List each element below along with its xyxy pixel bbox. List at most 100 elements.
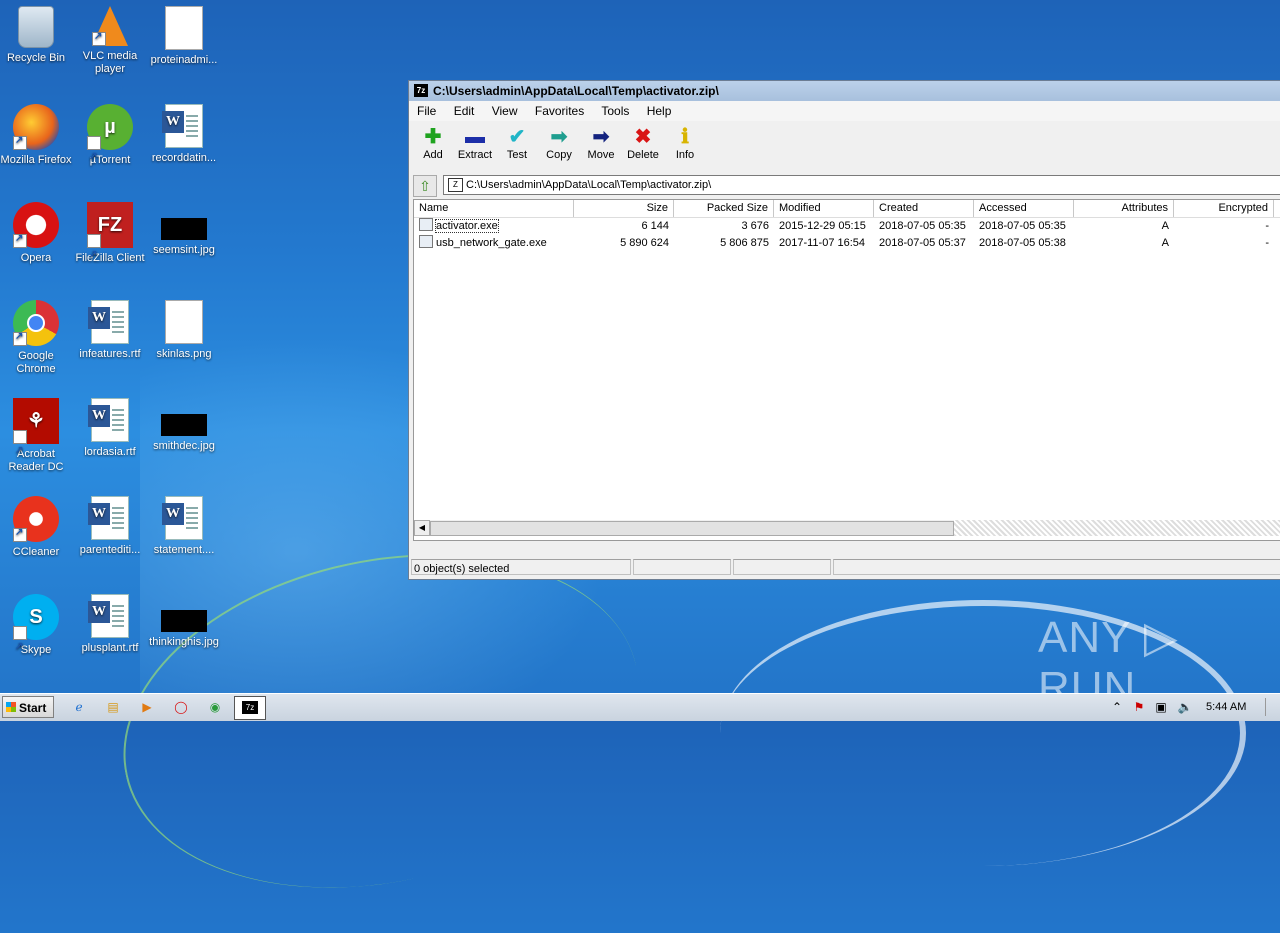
- column-encrypted[interactable]: Encrypted: [1174, 200, 1274, 217]
- desktop-icon-label: Mozilla Firefox: [0, 154, 72, 166]
- desktop-icon[interactable]: recorddatin...: [146, 104, 222, 165]
- packed-size-cell: 5 806 875: [720, 237, 769, 249]
- clock[interactable]: 5:44 AM: [1206, 694, 1246, 721]
- taskbar: Start ℯ ▤ ▶ ◯ ◉ 7z ⌃ ⚑ ▣ 🔈 5:44 AM: [0, 693, 1280, 721]
- image-file-icon: [161, 610, 207, 632]
- menu-help[interactable]: Help: [647, 104, 672, 118]
- column-accessed[interactable]: Accessed: [974, 200, 1074, 217]
- encrypted-cell: -: [1265, 220, 1269, 232]
- shortcut-arrow-icon: [92, 30, 106, 46]
- move-label: Move: [587, 149, 615, 161]
- table-row[interactable]: activator.exe 6 144 3 676 2015-12-29 05:…: [414, 218, 1280, 235]
- add-button[interactable]: ✚ Add: [411, 125, 455, 161]
- test-button[interactable]: ✔ Test: [495, 125, 539, 161]
- desktop-icon[interactable]: seemsint.jpg: [146, 202, 222, 257]
- scroll-track[interactable]: [954, 520, 1280, 536]
- file-name: usb_network_gate.exe: [436, 237, 547, 249]
- column-name[interactable]: Name: [414, 200, 574, 217]
- file-name: activator.exe: [435, 219, 499, 233]
- 7zip-taskbar-icon: 7z: [242, 701, 258, 714]
- delete-icon: ✖: [634, 126, 652, 148]
- move-button[interactable]: ➡ Move: [579, 125, 623, 161]
- desktop-icon[interactable]: FZFileZilla Client: [72, 202, 148, 278]
- desktop-icon[interactable]: ⚘Acrobat Reader DC: [0, 398, 74, 474]
- column-size[interactable]: Size: [574, 200, 674, 217]
- info-icon: ℹ: [681, 126, 689, 148]
- shortcut-arrow-icon: [13, 232, 27, 248]
- window-titlebar[interactable]: 7z C:\Users\admin\AppData\Local\Temp\act…: [409, 81, 1280, 101]
- desktop-icon[interactable]: Recycle Bin: [0, 6, 74, 65]
- desktop-icon[interactable]: infeatures.rtf: [72, 300, 148, 361]
- ie-icon[interactable]: ℯ: [70, 698, 88, 716]
- test-icon: ✔: [508, 126, 526, 148]
- menu-tools[interactable]: Tools: [601, 104, 629, 118]
- file-list[interactable]: Name Size Packed Size Modified Created A…: [413, 199, 1280, 541]
- desktop-icon[interactable]: Mozilla Firefox: [0, 104, 74, 167]
- chrome-icon[interactable]: ◉: [206, 698, 224, 716]
- menu-edit[interactable]: Edit: [454, 104, 475, 118]
- menu-favorites[interactable]: Favorites: [535, 104, 584, 118]
- desktop-icon-label: plusplant.rtf: [81, 642, 139, 654]
- up-folder-button[interactable]: ⇧: [413, 175, 437, 197]
- desktop-icon-label: Skype: [20, 644, 52, 656]
- desktop-icon[interactable]: SSkype: [0, 594, 74, 670]
- word-doc-icon: [88, 398, 129, 442]
- desktop-icon-label: infeatures.rtf: [79, 348, 141, 360]
- menu-view[interactable]: View: [492, 104, 518, 118]
- 7zip-window[interactable]: 7z C:\Users\admin\AppData\Local\Temp\act…: [408, 80, 1280, 580]
- network-icon[interactable]: ▣: [1152, 698, 1170, 716]
- skype-icon: S: [13, 594, 59, 670]
- info-label: Info: [675, 149, 695, 161]
- horizontal-scrollbar[interactable]: ◀: [414, 520, 1280, 536]
- shortcut-arrow-icon: [13, 526, 27, 542]
- size-cell: 5 890 624: [620, 237, 669, 249]
- menu-file[interactable]: File: [417, 104, 436, 118]
- show-desktop-button[interactable]: [1265, 698, 1280, 716]
- desktop-icon[interactable]: Opera: [0, 202, 74, 265]
- desktop-icon[interactable]: parentediti...: [72, 496, 148, 557]
- attributes-cell: A: [1161, 220, 1169, 232]
- chrome-icon: [13, 300, 59, 346]
- column-modified[interactable]: Modified: [774, 200, 874, 217]
- scroll-thumb[interactable]: [430, 521, 954, 536]
- address-field[interactable]: Z C:\Users\admin\AppData\Local\Temp\acti…: [443, 175, 1280, 195]
- desktop-icon[interactable]: proteinadmi...: [146, 6, 222, 67]
- desktop-icon[interactable]: smithdec.jpg: [146, 398, 222, 453]
- desktop-icon[interactable]: skinlas.png: [146, 300, 222, 361]
- column-attributes[interactable]: Attributes: [1074, 200, 1174, 217]
- desktop-icon[interactable]: Google Chrome: [0, 300, 74, 376]
- volume-icon[interactable]: 🔈: [1176, 698, 1194, 716]
- explorer-icon[interactable]: ▤: [104, 698, 122, 716]
- desktop-icon[interactable]: VLC media player: [72, 6, 148, 76]
- desktop-icon[interactable]: lordasia.rtf: [72, 398, 148, 459]
- copy-button[interactable]: ➡ Copy: [537, 125, 581, 161]
- start-button[interactable]: Start: [2, 696, 54, 718]
- info-button[interactable]: ℹ Info: [663, 125, 707, 161]
- extract-label: Extract: [457, 149, 493, 161]
- move-icon: ➡: [592, 126, 610, 148]
- desktop-icon[interactable]: plusplant.rtf: [72, 594, 148, 655]
- word-doc-icon: [88, 496, 129, 540]
- desktop-icon-label: FileZilla Client: [75, 252, 145, 264]
- desktop-icon[interactable]: thinkinghis.jpg: [146, 594, 222, 649]
- table-row[interactable]: usb_network_gate.exe 5 890 624 5 806 875…: [414, 235, 1280, 252]
- column-packed-size[interactable]: Packed Size: [674, 200, 774, 217]
- delete-button[interactable]: ✖ Delete: [621, 125, 665, 161]
- desktop-icon-label: statement....: [153, 544, 215, 556]
- opera-icon[interactable]: ◯: [172, 698, 190, 716]
- word-doc-icon: [162, 104, 203, 148]
- desktop-icon[interactable]: µµTorrent: [72, 104, 148, 180]
- shortcut-arrow-icon: [13, 624, 27, 670]
- media-player-icon[interactable]: ▶: [138, 698, 156, 716]
- column-created[interactable]: Created: [874, 200, 974, 217]
- extract-button[interactable]: ▬ Extract: [453, 125, 497, 161]
- desktop-icon[interactable]: statement....: [146, 496, 222, 557]
- chevron-up-icon[interactable]: ⌃: [1108, 698, 1126, 716]
- scroll-left-icon[interactable]: ◀: [414, 520, 430, 536]
- desktop-icon-label: Recycle Bin: [6, 52, 66, 64]
- action-center-icon[interactable]: ⚑: [1130, 698, 1148, 716]
- desktop-icon-label: Google Chrome: [16, 350, 56, 375]
- taskbar-7zip-button[interactable]: 7z: [234, 696, 266, 720]
- desktop-icon[interactable]: CCleaner: [0, 496, 74, 559]
- shortcut-arrow-icon: [13, 428, 27, 474]
